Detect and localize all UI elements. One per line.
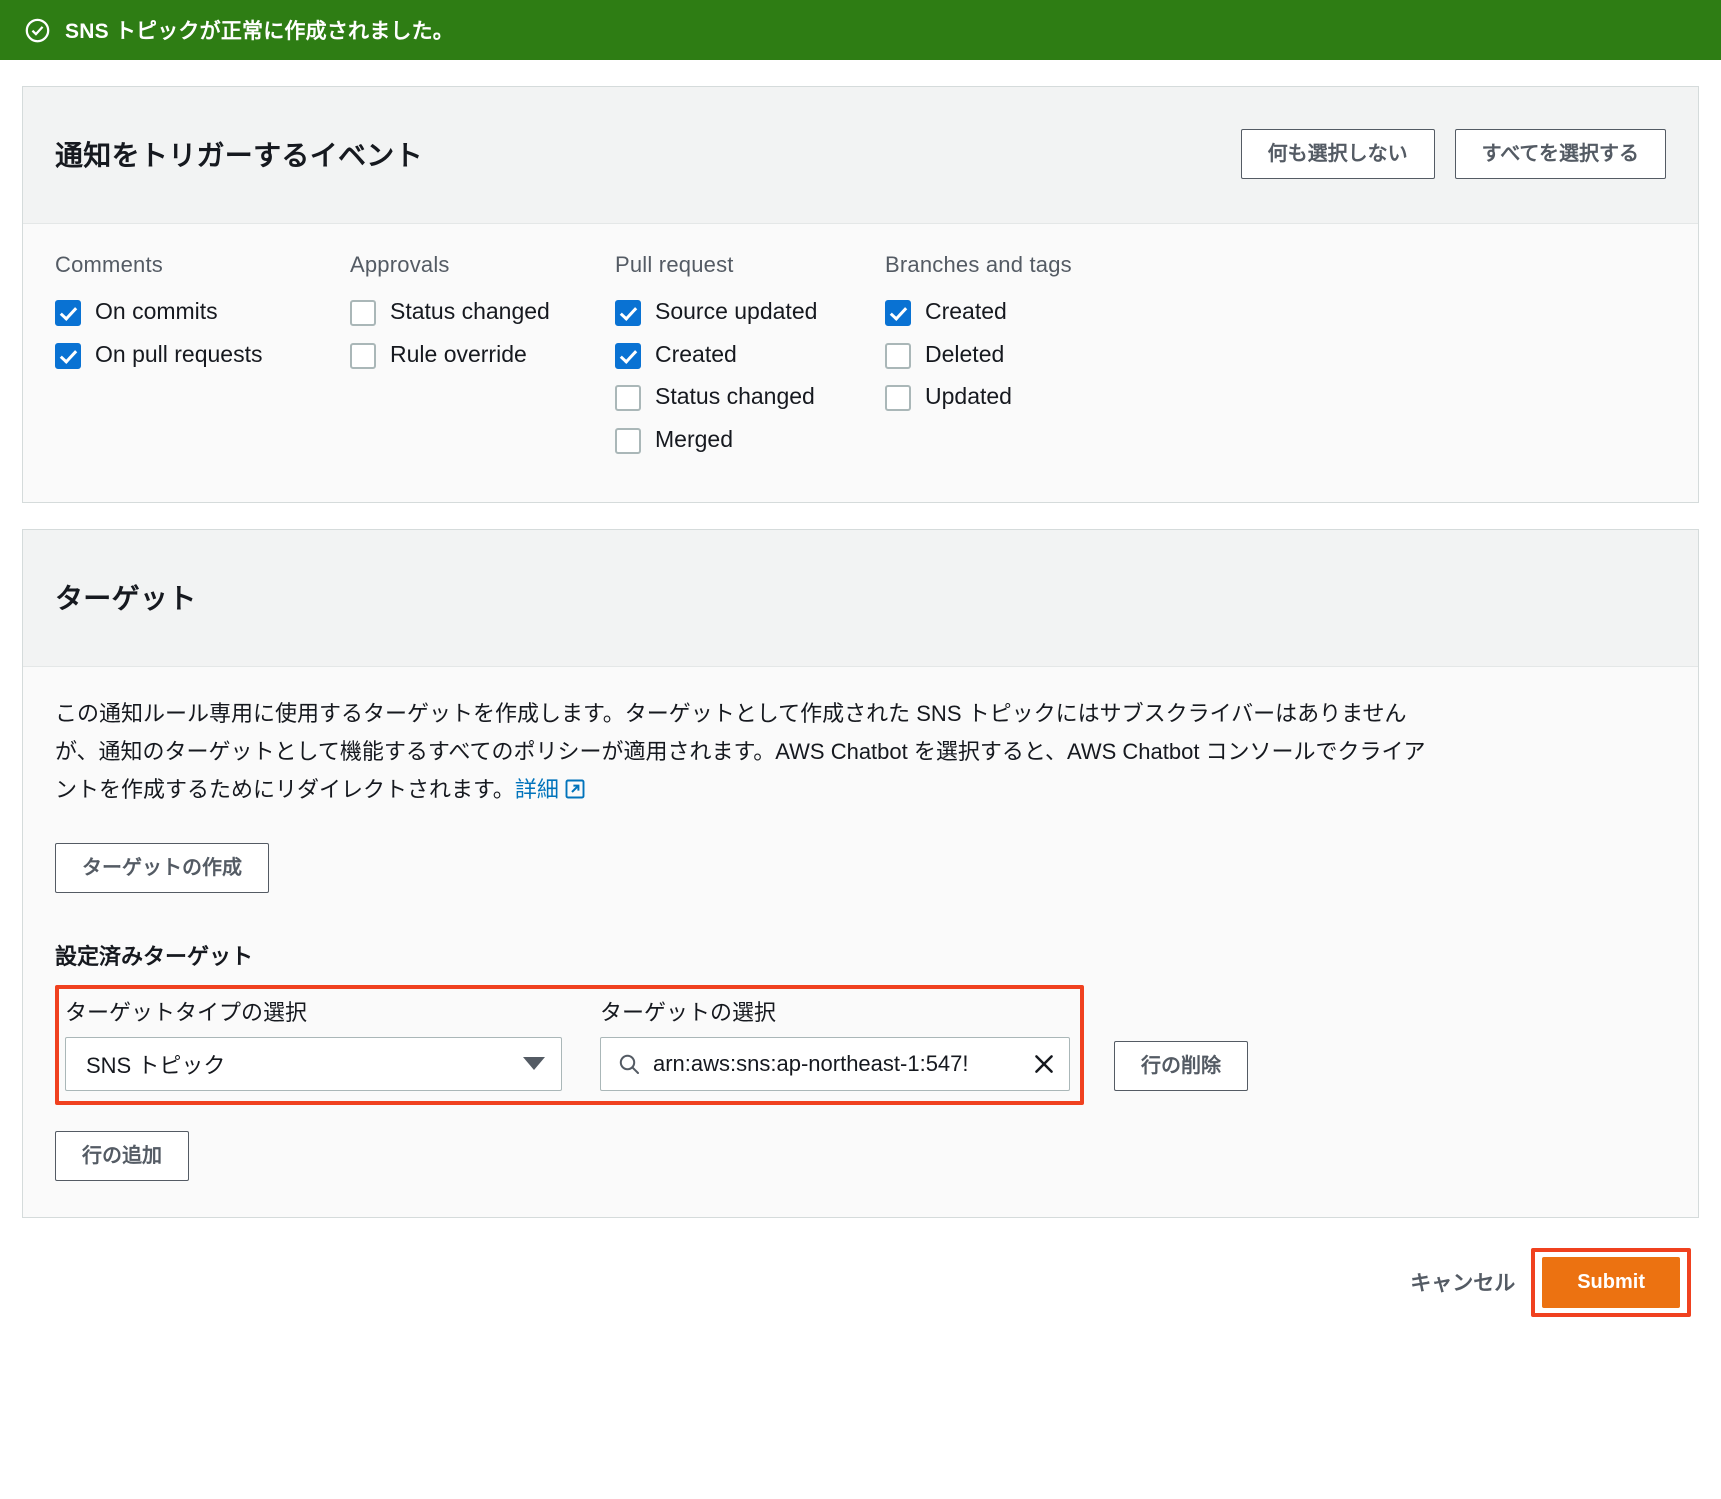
event-checkbox-grid: Comments On commits On pull requests App…: [55, 252, 1666, 465]
target-type-label: ターゲットタイプの選択: [65, 999, 308, 1025]
learn-more-link[interactable]: 詳細: [515, 777, 559, 802]
target-type-select[interactable]: SNS トピック: [65, 1036, 562, 1091]
submit-button-highlight: Submit: [1531, 1247, 1691, 1317]
event-column-comments: Comments On commits On pull requests: [55, 252, 350, 465]
targets-card-body: この通知ルール専用に使用するターゲットを作成します。ターゲットとして作成された …: [23, 667, 1698, 1217]
checkbox-label[interactable]: Rule override: [390, 339, 527, 369]
targets-description: この通知ルール専用に使用するターゲットを作成します。ターゲットとして作成された …: [55, 695, 1445, 808]
event-column-heading: Approvals: [350, 252, 450, 278]
checkbox-label[interactable]: Created: [655, 339, 737, 369]
checkbox-label[interactable]: Created: [925, 296, 1007, 326]
delete-row-button[interactable]: 行の削除: [1114, 1040, 1248, 1091]
checkbox-pr-created[interactable]: [615, 342, 641, 369]
submit-button[interactable]: Submit: [1542, 1256, 1680, 1308]
checkbox-on-pull-requests[interactable]: [55, 342, 81, 369]
form-footer: キャンセル Submit: [22, 1218, 1699, 1343]
event-column-approvals: Approvals Status changed Rule override: [350, 252, 615, 465]
checkbox-row-rule-override[interactable]: Rule override: [350, 339, 600, 369]
event-column-branches-and-tags: Branches and tags Created Deleted Update…: [885, 252, 1185, 465]
check-circle-icon: [24, 17, 51, 44]
checkbox-row-pr-status-changed[interactable]: Status changed: [615, 381, 865, 412]
target-search-input[interactable]: arn:aws:sns:ap-northeast-1:547!: [600, 1036, 1070, 1091]
checkbox-row-branch-deleted[interactable]: Deleted: [885, 339, 1135, 369]
events-card-body: Comments On commits On pull requests App…: [23, 224, 1698, 502]
target-row-highlight: ターゲットタイプの選択 SNS トピック ターゲットの選択 arn:aws:sn…: [55, 984, 1084, 1105]
checkbox-label[interactable]: On pull requests: [95, 339, 262, 369]
checkbox-row-source-updated[interactable]: Source updated: [615, 296, 865, 327]
checkbox-label[interactable]: Status changed: [655, 381, 815, 411]
search-icon: [617, 1052, 641, 1076]
targets-description-text: この通知ルール専用に使用するターゲットを作成します。ターゲットとして作成された …: [55, 701, 1426, 803]
events-card-header: 通知をトリガーするイベント 何も選択しない すべてを選択する: [23, 87, 1698, 225]
checkbox-row-branch-updated[interactable]: Updated: [885, 381, 1135, 412]
checkbox-pr-status-changed[interactable]: [615, 385, 641, 412]
select-all-button[interactable]: すべてを選択する: [1454, 129, 1666, 180]
checkbox-row-approvals-status-changed[interactable]: Status changed: [350, 296, 600, 327]
checkbox-row-on-pull-requests[interactable]: On pull requests: [55, 339, 305, 369]
checkbox-source-updated[interactable]: [615, 300, 641, 327]
target-type-field: ターゲットタイプの選択 SNS トピック: [65, 995, 562, 1091]
checkbox-label[interactable]: Merged: [655, 424, 733, 454]
checkbox-label[interactable]: Status changed: [390, 296, 550, 326]
targets-card: ターゲット この通知ルール専用に使用するターゲットを作成します。ターゲットとして…: [22, 528, 1699, 1218]
checkbox-row-pr-created[interactable]: Created: [615, 339, 865, 369]
checkbox-row-branch-created[interactable]: Created: [885, 296, 1135, 327]
external-link-icon: [565, 779, 585, 799]
add-row-button[interactable]: 行の追加: [55, 1130, 189, 1181]
checkbox-label[interactable]: Source updated: [655, 296, 817, 326]
target-search-value: arn:aws:sns:ap-northeast-1:547!: [653, 1050, 969, 1076]
event-column-heading: Comments: [55, 252, 163, 278]
target-select-field: ターゲットの選択 arn:aws:sns:ap-northeast-1:547!: [600, 995, 1070, 1091]
success-flash-banner: SNS トピックが正常に作成されました。: [0, 0, 1721, 60]
checkbox-row-merged[interactable]: Merged: [615, 424, 865, 454]
checkbox-label[interactable]: On commits: [95, 296, 218, 326]
cancel-button[interactable]: キャンセル: [1400, 1255, 1525, 1309]
create-target-button[interactable]: ターゲットの作成: [55, 842, 269, 893]
events-card-actions: 何も選択しない すべてを選択する: [1240, 129, 1666, 180]
checkbox-approvals-status-changed[interactable]: [350, 300, 376, 327]
target-select-label: ターゲットの選択: [600, 999, 777, 1025]
checkbox-merged[interactable]: [615, 427, 641, 454]
targets-card-header: ターゲット: [23, 529, 1698, 668]
checkbox-label[interactable]: Updated: [925, 381, 1012, 411]
checkbox-rule-override[interactable]: [350, 342, 376, 369]
events-card-title: 通知をトリガーするイベント: [55, 140, 423, 172]
select-none-button[interactable]: 何も選択しない: [1240, 129, 1435, 180]
checkbox-label[interactable]: Deleted: [925, 339, 1004, 369]
configured-target-row: ターゲットタイプの選択 SNS トピック ターゲットの選択 arn:aws:sn…: [55, 984, 1666, 1105]
checkbox-branch-updated[interactable]: [885, 385, 911, 412]
checkbox-on-commits[interactable]: [55, 300, 81, 327]
targets-card-title: ターゲット: [55, 583, 197, 615]
checkbox-row-on-commits[interactable]: On commits: [55, 296, 305, 327]
checkbox-branch-deleted[interactable]: [885, 342, 911, 369]
close-icon[interactable]: [1031, 1051, 1057, 1077]
checkbox-branch-created[interactable]: [885, 300, 911, 327]
page-content: 通知をトリガーするイベント 何も選択しない すべてを選択する Comments …: [0, 86, 1721, 1343]
configured-targets-heading: 設定済みターゲット: [55, 943, 254, 969]
event-column-pull-request: Pull request Source updated Created Stat…: [615, 252, 885, 465]
chevron-down-icon: [523, 1057, 545, 1071]
target-type-selected-value: SNS トピック: [86, 1052, 226, 1078]
events-card: 通知をトリガーするイベント 何も選択しない すべてを選択する Comments …: [22, 86, 1699, 503]
event-column-heading: Branches and tags: [885, 252, 1072, 278]
event-column-heading: Pull request: [615, 252, 734, 278]
flash-message: SNS トピックが正常に作成されました。: [65, 20, 455, 43]
